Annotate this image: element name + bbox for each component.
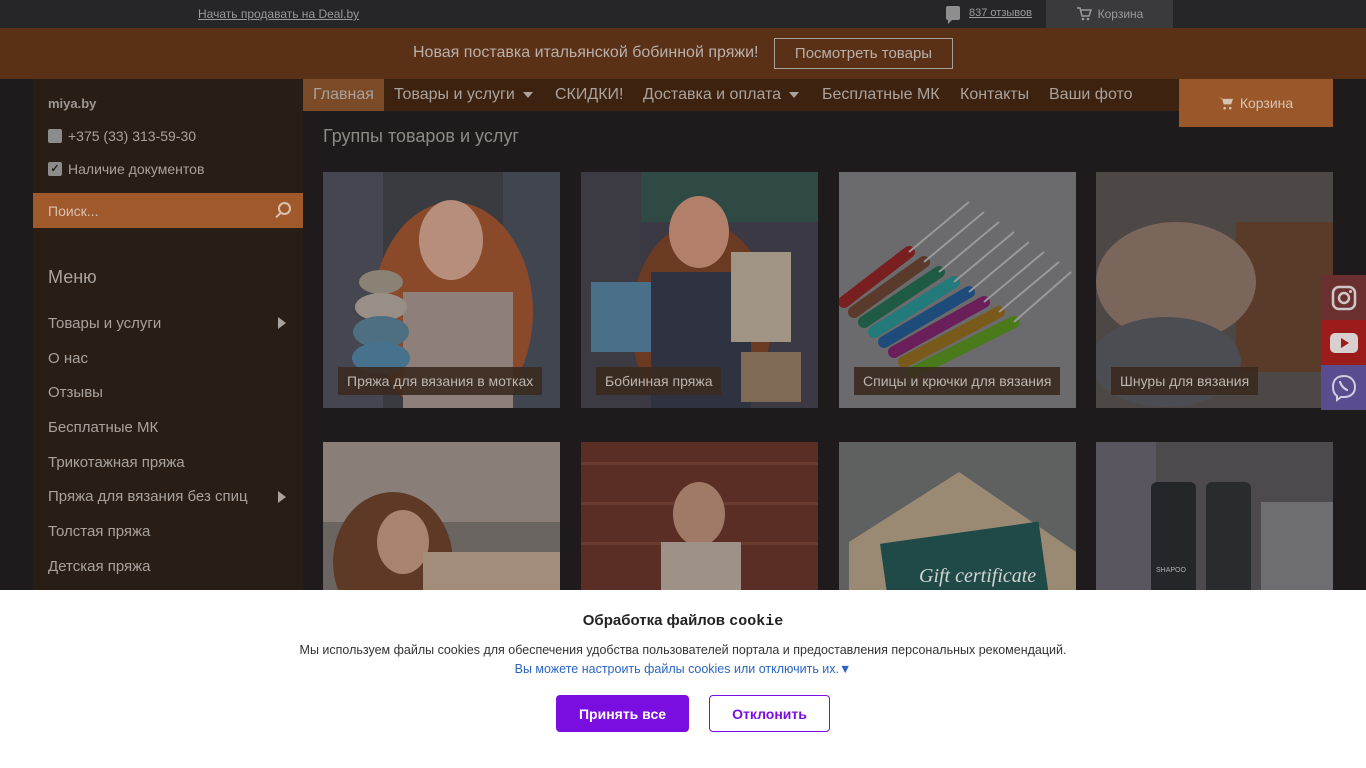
sidebar-item-free-mk[interactable]: Бесплатные МК xyxy=(48,410,288,445)
instagram-icon xyxy=(1331,285,1356,310)
nav-products[interactable]: Товары и услуги xyxy=(394,79,533,111)
decline-button[interactable]: Отклонить xyxy=(709,695,830,732)
site-name[interactable]: miya.by xyxy=(48,96,96,111)
cookie-consent-banner: Обработка файлов cookie Мы используем фа… xyxy=(0,590,1366,768)
sidebar-item-label: Бесплатные МК xyxy=(48,418,159,436)
category-tile-bobbin-yarn[interactable]: Бобинная пряжа xyxy=(581,172,818,408)
sidebar-item-label: Трикотажная пряжа xyxy=(48,453,185,471)
cart-icon xyxy=(1218,97,1233,109)
nav-label: Ваши фото xyxy=(1049,86,1133,103)
promo-text: Новая поставка итальянской бобинной пряж… xyxy=(413,44,759,61)
sell-on-deal-link[interactable]: Начать продавать на Deal.by xyxy=(198,7,359,21)
tile-caption: Шнуры для вязания xyxy=(1111,367,1259,395)
nav-home[interactable]: Главная xyxy=(303,79,384,111)
instagram-button[interactable] xyxy=(1321,275,1366,320)
category-tile-cords[interactable]: Шнуры для вязания xyxy=(1096,172,1333,408)
cookie-title: Обработка файлов cookie xyxy=(0,612,1366,630)
tile-caption: Спицы и крючки для вязания xyxy=(854,367,1061,395)
youtube-button[interactable] xyxy=(1321,320,1366,365)
sidebar-item-label: Отзывы xyxy=(48,384,103,402)
nav-delivery[interactable]: Доставка и оплата xyxy=(643,79,800,111)
phone-number[interactable]: +375 (33) 313-59-30 xyxy=(68,128,196,144)
nav-free-mk[interactable]: Бесплатные МК xyxy=(822,79,940,111)
nav-label: Бесплатные МК xyxy=(822,86,940,103)
sidebar-item-label: Товары и услуги xyxy=(48,314,162,332)
menu-title: Меню xyxy=(48,267,97,287)
cookie-settings-link[interactable]: Вы можете настроить файлы cookies или от… xyxy=(0,662,1366,676)
youtube-icon xyxy=(1329,332,1358,353)
caret-down-icon xyxy=(789,92,800,98)
sidebar-item-label: О нас xyxy=(48,349,88,367)
nav-label: СКИДКИ! xyxy=(555,86,624,103)
cookie-title-main: Обработка файлов xyxy=(582,612,726,629)
cart-icon xyxy=(1076,7,1092,21)
check-icon: ✓ xyxy=(48,162,62,176)
caret-down-icon xyxy=(522,92,533,98)
category-tile-yarn-skeins[interactable]: Пряжа для вязания в мотках xyxy=(323,172,560,408)
phone-icon xyxy=(48,129,62,143)
sidebar-item-products[interactable]: Товары и услуги xyxy=(48,306,288,341)
tile-caption: Бобинная пряжа xyxy=(596,367,722,395)
nav-label: Контакты xyxy=(960,86,1030,103)
main-nav: Главная Товары и услуги СКИДКИ! Доставка… xyxy=(303,79,1179,111)
sidebar-item-thick-yarn[interactable]: Толстая пряжа xyxy=(48,514,288,549)
nav-contacts[interactable]: Контакты xyxy=(960,79,1029,111)
sidebar-menu: Товары и услуги О нас Отзывы Бесплатные … xyxy=(48,306,288,584)
nav-cart-label: Корзина xyxy=(1239,95,1294,111)
nav-discounts[interactable]: СКИДКИ! xyxy=(555,79,623,111)
sidebar-item-knit-yarn[interactable]: Трикотажная пряжа xyxy=(48,445,288,480)
sidebar-item-kids-yarn[interactable]: Детская пряжа xyxy=(48,549,288,584)
chevron-right-icon[interactable] xyxy=(278,490,286,503)
nav-cart-button[interactable]: Корзина xyxy=(1179,79,1333,127)
documents-link[interactable]: ✓ Наличие документов xyxy=(48,161,204,177)
nav-label: Доставка и оплата xyxy=(643,86,782,103)
chevron-right-icon[interactable] xyxy=(278,317,286,330)
reviews-count[interactable]: 837 отзывов xyxy=(969,7,1032,19)
cookie-text: Мы используем файлы cookies для обеспече… xyxy=(299,643,1067,657)
accept-all-button[interactable]: Принять все xyxy=(556,695,689,732)
search-bar xyxy=(33,193,303,228)
viber-button[interactable] xyxy=(1321,365,1366,410)
sidebar-item-yarn-no-needles[interactable]: Пряжа для вязания без спиц xyxy=(48,479,288,514)
sidebar-item-about[interactable]: О нас xyxy=(48,341,288,376)
sidebar-item-label: Толстая пряжа xyxy=(48,522,151,540)
top-cart-button[interactable]: Корзина xyxy=(1046,0,1173,28)
nav-label: Главная xyxy=(313,86,374,103)
search-input[interactable] xyxy=(33,193,273,228)
cookie-title-code: cookie xyxy=(729,613,784,630)
top-cart-label: Корзина xyxy=(1097,7,1144,21)
groups-title: Группы товаров и услуг xyxy=(323,126,519,146)
bottle-label-text: SHAPOO xyxy=(1156,567,1187,574)
sidebar-item-reviews[interactable]: Отзывы xyxy=(48,375,288,410)
category-tile-needles-hooks[interactable]: Спицы и крючки для вязания xyxy=(839,172,1076,408)
sidebar-item-label: Детская пряжа xyxy=(48,557,151,575)
tile-caption: Пряжа для вязания в мотках xyxy=(338,367,543,395)
promo-banner: Новая поставка итальянской бобинной пряж… xyxy=(0,28,1366,79)
view-products-button[interactable]: Посмотреть товары xyxy=(774,38,953,69)
viber-icon xyxy=(1331,374,1356,402)
sidebar-item-label: Пряжа для вязания без спиц xyxy=(48,488,248,506)
reviews-link[interactable]: 837 отзывов xyxy=(946,6,1032,24)
nav-your-photos[interactable]: Ваши фото xyxy=(1049,79,1133,111)
search-icon[interactable] xyxy=(278,202,291,215)
phone-link[interactable]: +375 (33) 313-59-30 xyxy=(48,128,196,144)
nav-label: Товары и услуги xyxy=(394,86,515,103)
comment-icon xyxy=(946,6,960,24)
gift-certificate-text: Gift certificate xyxy=(919,565,1036,587)
documents-label[interactable]: Наличие документов xyxy=(68,161,204,177)
top-bar: Начать продавать на Deal.by 837 отзывов … xyxy=(0,0,1366,28)
